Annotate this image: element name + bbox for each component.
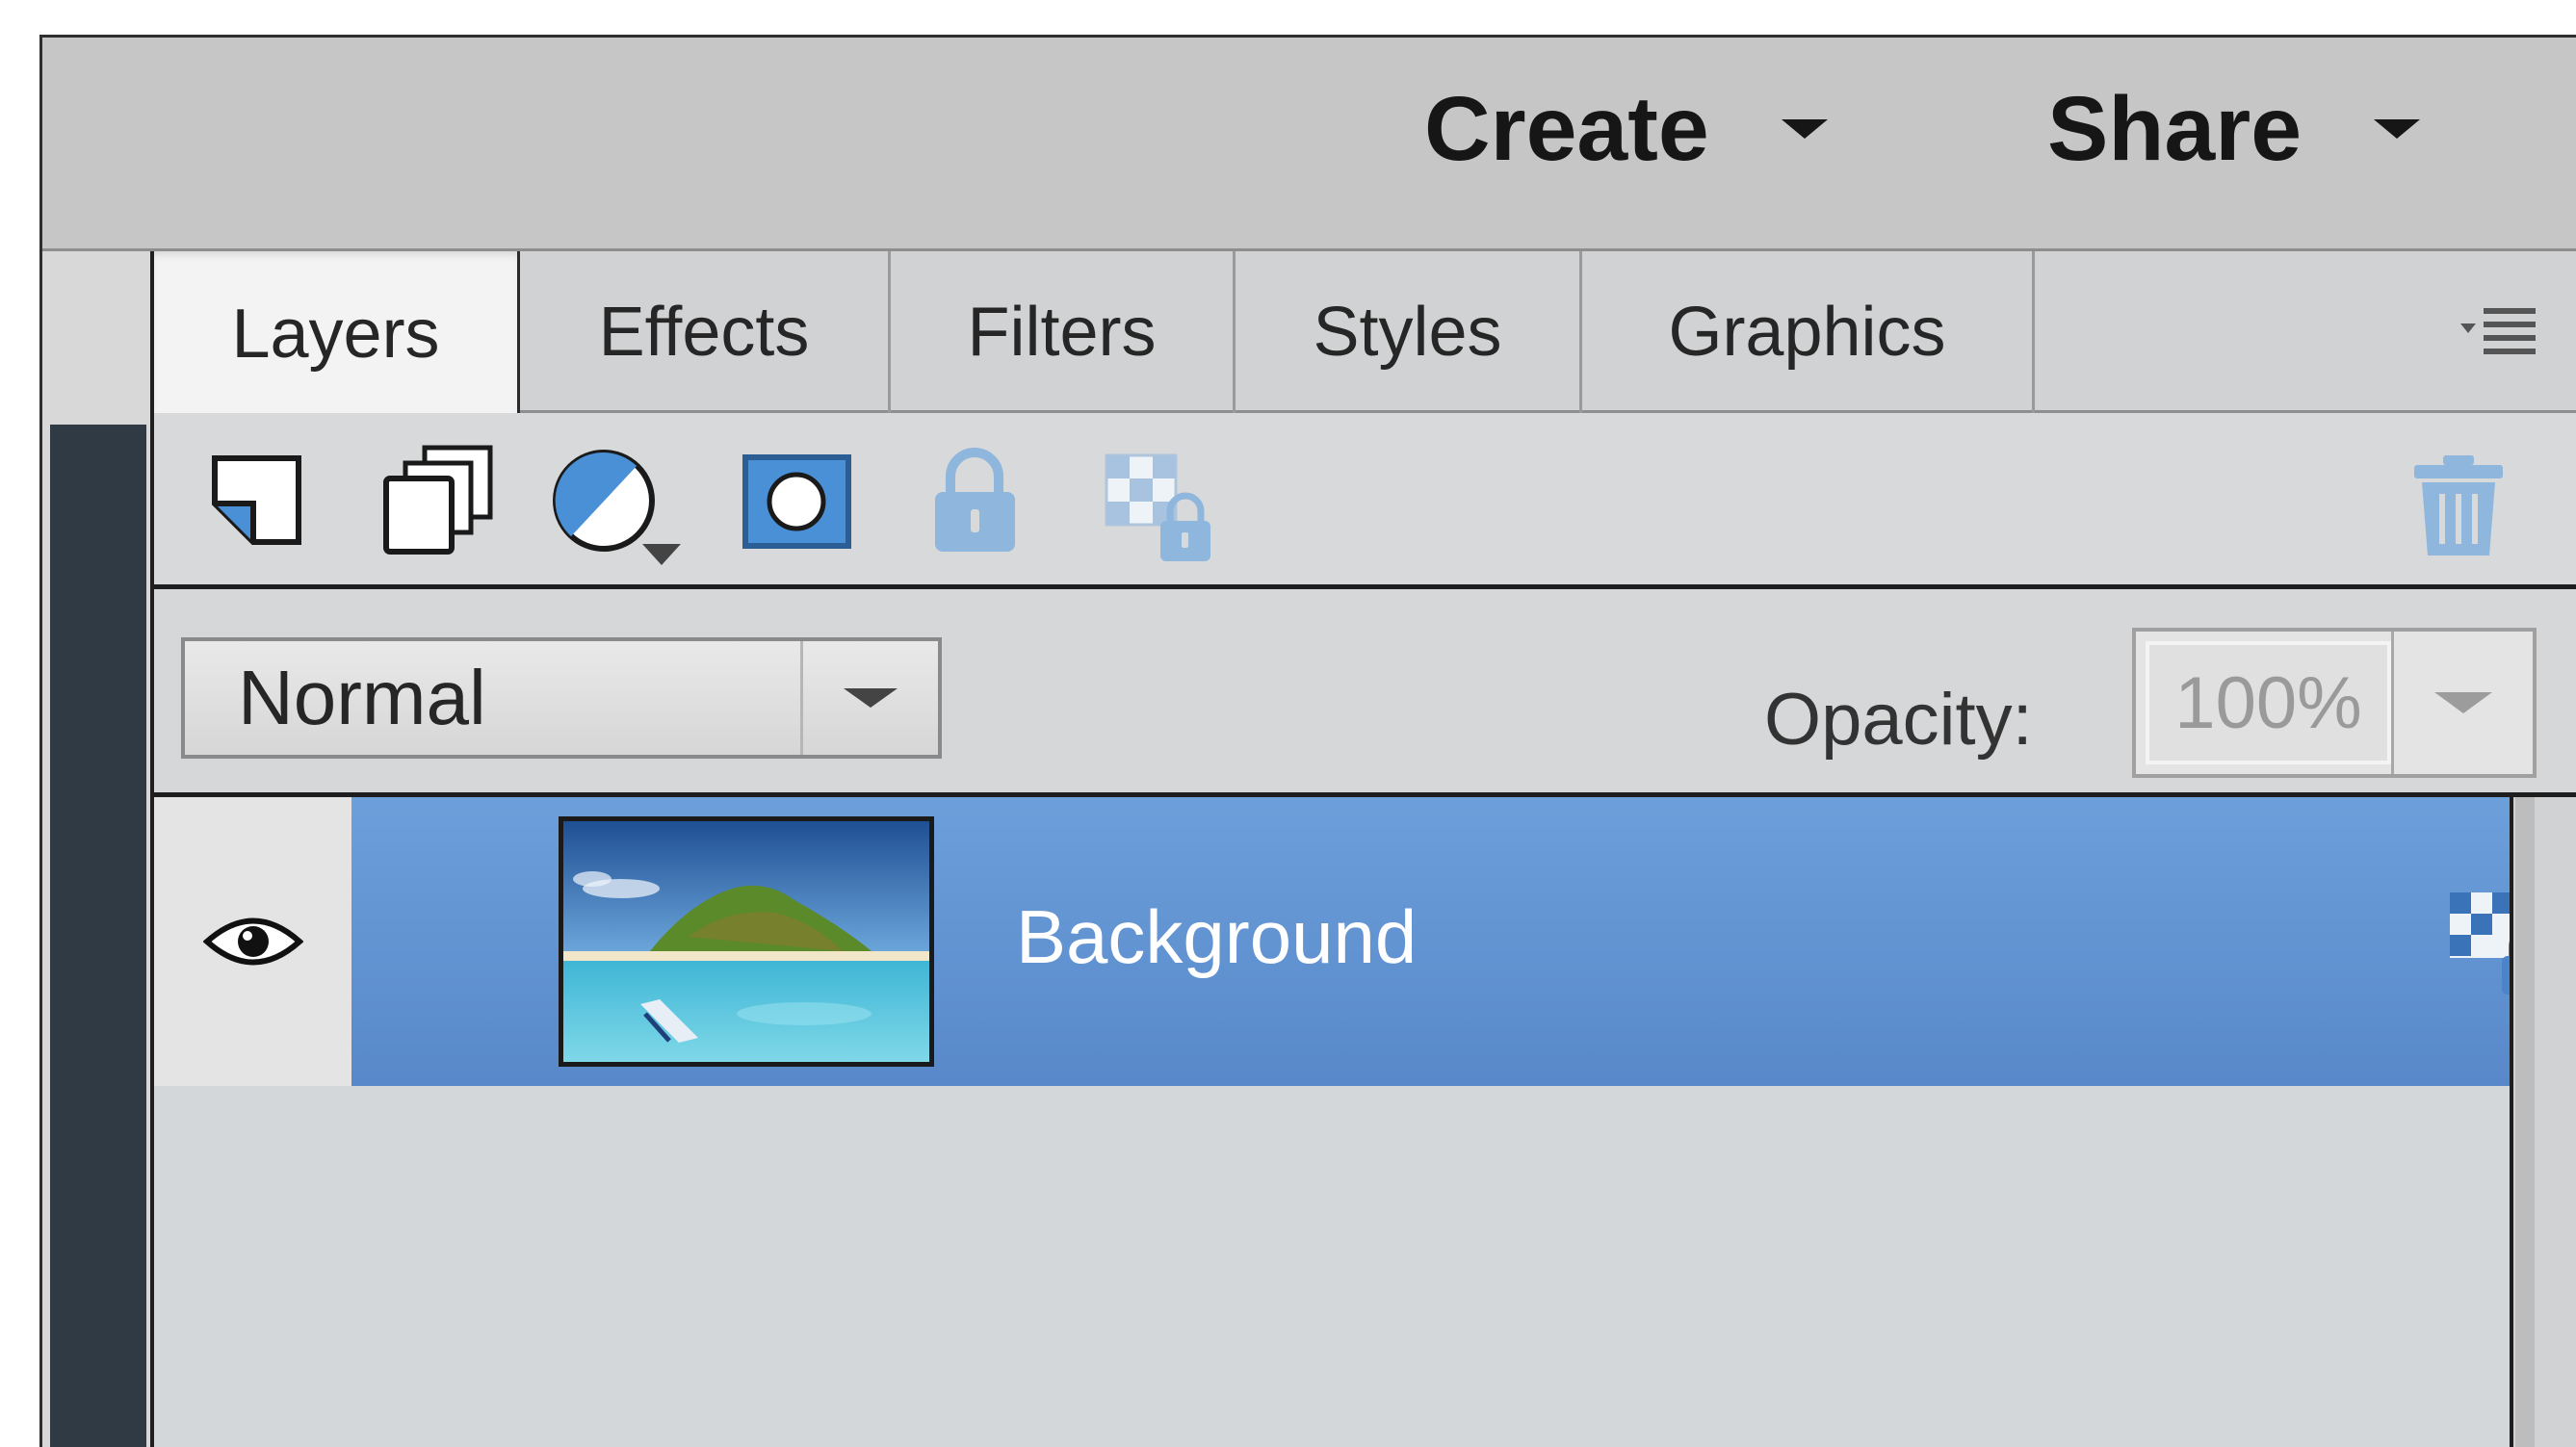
scrollbar-track <box>2515 797 2535 1447</box>
blend-options-row: Normal Opacity: 100% <box>154 589 2576 797</box>
opacity-input[interactable]: 100% <box>2146 641 2391 764</box>
tab-label: Layers <box>231 295 440 373</box>
tab-label: Effects <box>598 294 810 371</box>
eye-icon <box>202 917 303 966</box>
chevron-down-icon <box>2434 692 2492 713</box>
left-edge <box>42 251 150 1447</box>
chevron-down-icon <box>2374 119 2421 139</box>
layer-row[interactable]: Background <box>154 797 2550 1086</box>
opacity-control: 100% <box>2132 628 2537 778</box>
share-label: Share <box>2047 77 2303 180</box>
panel-menu-icon[interactable] <box>2460 304 2537 358</box>
layer-name[interactable]: Background <box>1016 893 1417 981</box>
tab-label: Styles <box>1313 294 1502 371</box>
tab-label: Filters <box>967 294 1157 371</box>
layers-toolbar <box>154 413 2576 589</box>
top-bar: Create Share <box>42 38 2576 251</box>
tab-bar: Layers Effects Filters Styles Graphics <box>154 251 2576 416</box>
layer-list: Background <box>154 797 2550 1447</box>
trash-icon[interactable] <box>2410 453 2507 559</box>
tab-graphics[interactable]: Graphics <box>1582 251 2035 413</box>
tab-filters[interactable]: Filters <box>891 251 1236 413</box>
layers-panel: Layers Effects Filters Styles Graphics N… <box>150 251 2576 1447</box>
island-thumbnail-image <box>563 821 929 1062</box>
tab-label: Graphics <box>1668 294 1946 371</box>
opacity-label: Opacity: <box>1764 679 2033 761</box>
create-label: Create <box>1424 77 1709 180</box>
tab-styles[interactable]: Styles <box>1236 251 1582 413</box>
tab-layers[interactable]: Layers <box>154 251 520 416</box>
blend-mode-select[interactable]: Normal <box>181 637 942 759</box>
new-group-icon[interactable] <box>380 444 496 557</box>
visibility-toggle[interactable] <box>154 797 351 1086</box>
chevron-down-icon <box>803 688 938 708</box>
adjustment-layer-icon[interactable] <box>551 448 705 573</box>
blend-mode-value: Normal <box>238 655 486 740</box>
layer-thumbnail[interactable] <box>559 816 934 1067</box>
chevron-down-icon <box>1781 119 1828 139</box>
lock-transparency-icon[interactable] <box>1103 452 1216 565</box>
left-dark-strip <box>50 425 146 1447</box>
layer-mask-icon[interactable] <box>742 453 852 550</box>
share-button[interactable]: Share <box>2047 76 2421 182</box>
new-layer-icon[interactable] <box>210 453 306 550</box>
create-button[interactable]: Create <box>1424 76 1828 182</box>
opacity-dropdown-button[interactable] <box>2391 632 2533 774</box>
layer-list-scrollbar[interactable] <box>2510 797 2576 1447</box>
tab-effects[interactable]: Effects <box>520 251 891 413</box>
lock-all-icon[interactable] <box>929 448 1021 556</box>
